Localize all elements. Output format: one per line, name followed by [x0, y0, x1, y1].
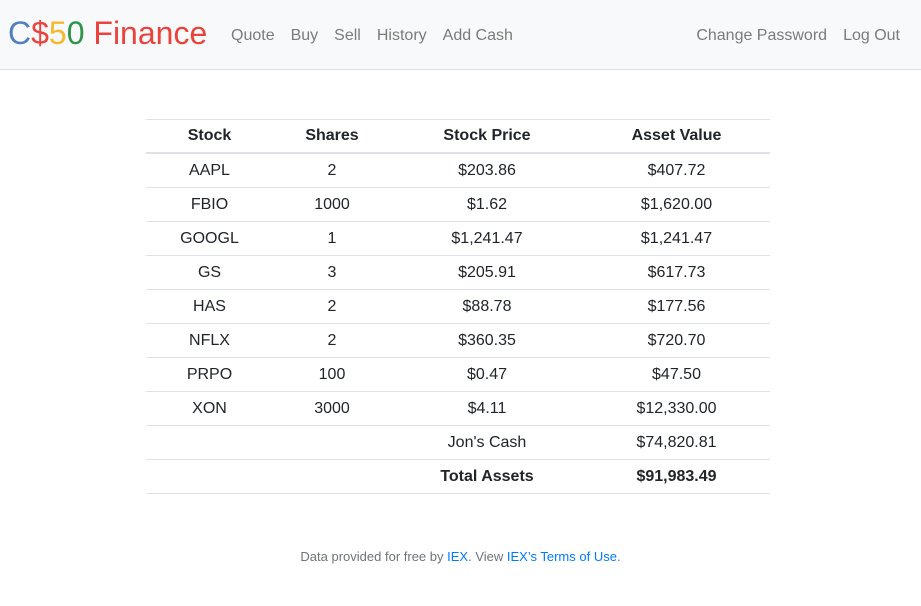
cell-stock-symbol: HAS	[146, 289, 273, 324]
table-row: GOOGL 1 $1,241.47 $1,241.47	[146, 221, 770, 256]
navbar: C$50 Finance Quote Buy Sell History Add …	[0, 0, 921, 70]
cell-stock-price: $4.11	[391, 391, 583, 426]
total-label: Total Assets	[391, 459, 583, 494]
cell-stock-symbol: PRPO	[146, 357, 273, 392]
cell-asset-value: $47.50	[583, 357, 770, 392]
table-header: Stock Shares Stock Price Asset Value	[146, 119, 770, 154]
footer-suffix: .	[616, 549, 621, 564]
brand-logo[interactable]: C$50 Finance	[8, 13, 207, 53]
cell-stock-price: $203.86	[391, 152, 583, 188]
cell-stock-price: $205.91	[391, 255, 583, 290]
cell-stock-symbol: XON	[146, 391, 273, 426]
table-row: XON 3000 $4.11 $12,330.00	[146, 391, 770, 426]
table-row: FBIO 1000 $1.62 $1,620.00	[146, 187, 770, 222]
nav-change-password-link[interactable]: Change Password	[688, 24, 835, 48]
brand-part-5: 5	[48, 15, 67, 51]
brand-part-finance: Finance	[84, 15, 208, 51]
nav-add-cash-link[interactable]: Add Cash	[435, 24, 521, 48]
iex-link[interactable]: IEX	[447, 549, 468, 564]
footer-prefix: Data provided for free by	[300, 549, 448, 564]
nav-sell-link[interactable]: Sell	[326, 24, 369, 48]
cell-stock-price: $360.35	[391, 323, 583, 358]
header-asset-value: Asset Value	[583, 119, 770, 154]
table-row: GS 3 $205.91 $617.73	[146, 255, 770, 290]
cell-shares: 3000	[273, 391, 391, 426]
cell-shares: 3	[273, 255, 391, 290]
cell-stock-symbol: NFLX	[146, 323, 273, 358]
cell-shares: 2	[273, 323, 391, 358]
iex-terms-link[interactable]: IEX’s Terms of Use	[507, 549, 617, 564]
portfolio-section: Stock Shares Stock Price Asset Value AAP…	[146, 119, 770, 494]
cell-asset-value: $177.56	[583, 289, 770, 324]
cell-stock-price: $0.47	[391, 357, 583, 392]
table-footer: Jon's Cash $74,820.81 Total Assets $91,9…	[146, 425, 770, 494]
table-row: AAPL 2 $203.86 $407.72	[146, 152, 770, 188]
portfolio-table: Stock Shares Stock Price Asset Value AAP…	[146, 119, 770, 494]
cell-stock-symbol: AAPL	[146, 152, 273, 188]
cell-stock-symbol: GOOGL	[146, 221, 273, 256]
cell-shares: 2	[273, 152, 391, 188]
cell-asset-value: $720.70	[583, 323, 770, 358]
brand-part-c: C	[8, 15, 32, 51]
cell-shares: 2	[273, 289, 391, 324]
nav-quote-link[interactable]: Quote	[223, 24, 283, 48]
holdings-body: AAPL 2 $203.86 $407.72 FBIO 1000 $1.62 $1,620.0…	[146, 152, 770, 426]
footer-middle: . View	[468, 549, 507, 564]
cell-shares: 100	[273, 357, 391, 392]
table-row: PRPO 100 $0.47 $47.50	[146, 357, 770, 392]
nav-buy-link[interactable]: Buy	[283, 24, 327, 48]
nav-right: Change Password Log Out	[688, 24, 908, 48]
cash-label: Jon's Cash	[391, 425, 583, 460]
cell-stock-price: $88.78	[391, 289, 583, 324]
nav-left: Quote Buy Sell History Add Cash	[223, 24, 521, 48]
table-row: NFLX 2 $360.35 $720.70	[146, 323, 770, 358]
brand-part-0: 0	[66, 15, 85, 51]
nav-history-link[interactable]: History	[369, 24, 435, 48]
cell-stock-price: $1.62	[391, 187, 583, 222]
cell-asset-value: $617.73	[583, 255, 770, 290]
brand-part-dollar: $	[31, 15, 49, 51]
cell-stock-symbol: FBIO	[146, 187, 273, 222]
header-stock-price: Stock Price	[391, 119, 583, 154]
cell-asset-value: $12,330.00	[583, 391, 770, 426]
total-row: Total Assets $91,983.49	[146, 459, 770, 494]
table-row: HAS 2 $88.78 $177.56	[146, 289, 770, 324]
cash-row: Jon's Cash $74,820.81	[146, 425, 770, 460]
nav-log-out-link[interactable]: Log Out	[835, 24, 908, 48]
total-value: $91,983.49	[583, 459, 770, 494]
cell-shares: 1	[273, 221, 391, 256]
cash-value: $74,820.81	[583, 425, 770, 460]
cell-asset-value: $1,620.00	[583, 187, 770, 222]
header-shares: Shares	[273, 119, 391, 154]
footer: Data provided for free by IEX. View IEX’…	[0, 548, 921, 566]
cell-stock-price: $1,241.47	[391, 221, 583, 256]
cell-asset-value: $407.72	[583, 152, 770, 188]
cell-shares: 1000	[273, 187, 391, 222]
cell-asset-value: $1,241.47	[583, 221, 770, 256]
header-stock: Stock	[146, 119, 273, 154]
cell-stock-symbol: GS	[146, 255, 273, 290]
